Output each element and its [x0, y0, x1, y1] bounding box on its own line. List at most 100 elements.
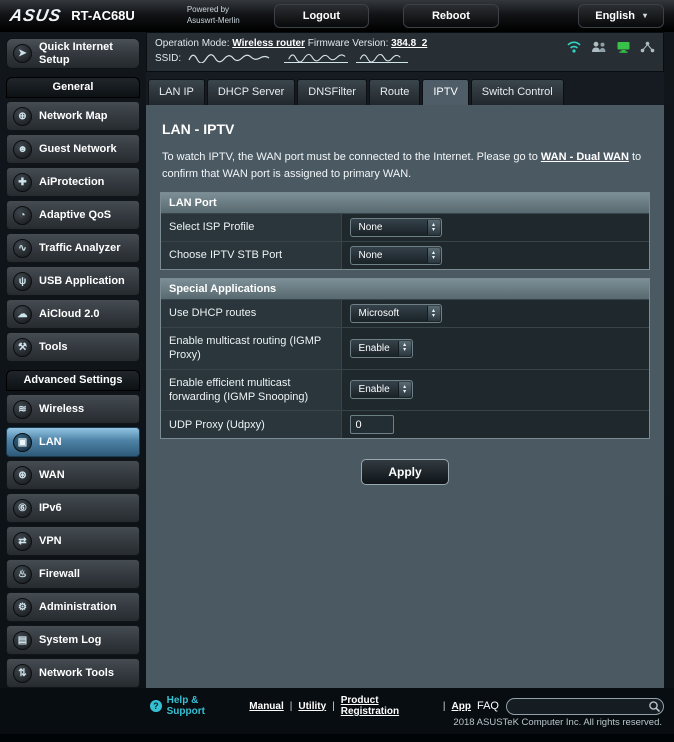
- vpn-icon: ⇄: [13, 531, 32, 551]
- tab-dhcp-server[interactable]: DHCP Server: [206, 79, 296, 105]
- sidebar-item-tools[interactable]: ⚒ Tools: [6, 332, 140, 362]
- quick-internet-setup-button[interactable]: ➤ Quick Internet Setup: [6, 38, 140, 69]
- network-tools-icon: ⇅: [13, 663, 32, 683]
- router-admin-page: ASUS RT-AC68U Powered by Asuswrt-Merlin …: [0, 0, 674, 742]
- row-label: Enable multicast routing (IGMP Proxy): [161, 328, 342, 369]
- router-model: RT-AC68U: [71, 8, 135, 23]
- reboot-button[interactable]: Reboot: [402, 3, 499, 28]
- ssid-redacted-scribble: [188, 54, 270, 64]
- quick-setup-label: Quick Internet Setup: [39, 41, 113, 66]
- sidebar-item-administration[interactable]: ⚙ Administration: [6, 592, 140, 622]
- app-link[interactable]: App: [452, 701, 471, 712]
- table-row: Choose IPTV STB Port None ▴ ▾: [161, 242, 649, 269]
- table-row: Select ISP Profile None ▴ ▾: [161, 214, 649, 242]
- status-infobar: Operation Mode: Wireless router Firmware…: [146, 32, 664, 72]
- page-title: LAN - IPTV: [162, 121, 235, 137]
- faq-label: FAQ: [476, 700, 499, 712]
- ssid-redacted-scribble: [283, 52, 348, 64]
- main-area: Operation Mode: Wireless router Firmware…: [146, 32, 664, 688]
- tab-switch-control[interactable]: Switch Control: [470, 79, 564, 105]
- table-row: Enable multicast routing (IGMP Proxy) En…: [161, 328, 649, 370]
- wan-icon: ⊛: [13, 465, 32, 485]
- row-label: Enable efficient multicast forwarding (I…: [161, 369, 342, 411]
- wifi-status-icon[interactable]: [566, 40, 582, 53]
- sidebar-item-usb-application[interactable]: ψ USB Application: [6, 266, 140, 296]
- lan-port-table: LAN Port Select ISP Profile None ▴ ▾ Choo…: [160, 192, 650, 270]
- firmware-version-label: Firmware Version:: [307, 38, 389, 49]
- faq-search-input[interactable]: [506, 697, 664, 715]
- iptv-stb-port-select[interactable]: None ▴ ▾: [349, 246, 442, 265]
- sidebar-item-vpn[interactable]: ⇄ VPN: [6, 526, 140, 556]
- network-map-icon: ⊕: [13, 106, 32, 126]
- wan-dual-wan-link[interactable]: WAN - Dual WAN: [541, 151, 629, 163]
- apply-button[interactable]: Apply: [361, 459, 449, 486]
- help-icon: ?: [150, 700, 162, 712]
- powered-by-block: Powered by Asuswrt-Merlin: [149, 3, 240, 29]
- content-panel: LAN - IPTV To watch IPTV, the WAN port m…: [146, 105, 664, 688]
- operation-mode-link[interactable]: Wireless router: [232, 38, 305, 49]
- sidebar-item-adaptive-qos[interactable]: ◔ Adaptive QoS: [6, 200, 140, 230]
- table-section-header: Special Applications: [161, 279, 649, 300]
- administration-icon: ⚙: [13, 597, 32, 617]
- sidebar-item-traffic-analyzer[interactable]: ∿ Traffic Analyzer: [6, 233, 140, 263]
- igmp-snooping-select[interactable]: Enable ▴ ▾: [349, 380, 413, 400]
- sidebar-item-guest-network[interactable]: ☻ Guest Network: [6, 134, 140, 164]
- tab-route[interactable]: Route: [368, 79, 421, 105]
- logout-button[interactable]: Logout: [273, 3, 369, 28]
- sidebar-item-system-log[interactable]: ▤ System Log: [6, 625, 140, 655]
- clients-icon[interactable]: [591, 41, 607, 53]
- tab-iptv[interactable]: IPTV: [422, 79, 469, 105]
- usb-status-icon[interactable]: [616, 41, 631, 53]
- sidebar-item-ipv6[interactable]: ⑥ IPv6: [6, 493, 140, 523]
- usb-application-icon: ψ: [13, 271, 32, 291]
- sidebar-item-network-tools[interactable]: ⇅ Network Tools: [6, 658, 140, 688]
- sidebar-section-advanced: Advanced Settings: [6, 370, 140, 391]
- sidebar-item-aiprotection[interactable]: ✚ AiProtection: [6, 167, 140, 197]
- tab-dnsfilter[interactable]: DNSFilter: [297, 79, 367, 105]
- faq-search-button[interactable]: [647, 699, 662, 717]
- row-label: Use DHCP routes: [161, 300, 342, 327]
- merlin-logo: [149, 3, 183, 29]
- stepper-icon: ▴ ▾: [397, 340, 411, 356]
- ssid-label: SSID:: [155, 52, 182, 64]
- network-nodes-icon[interactable]: [640, 41, 655, 53]
- manual-link[interactable]: Manual: [249, 701, 283, 712]
- dhcp-routes-select[interactable]: Microsoft ▴ ▾: [349, 304, 442, 323]
- status-icons: [566, 40, 655, 53]
- utility-link[interactable]: Utility: [298, 701, 326, 712]
- special-applications-table: Special Applications Use DHCP routes Mic…: [160, 278, 650, 440]
- igmp-proxy-select[interactable]: Enable ▴ ▾: [349, 338, 413, 358]
- firmware-version-link[interactable]: 384.8_2: [391, 38, 427, 49]
- sidebar-item-network-map[interactable]: ⊕ Network Map: [6, 101, 140, 131]
- udp-proxy-input[interactable]: [349, 415, 394, 435]
- sidebar-item-firewall[interactable]: ♨ Firewall: [6, 559, 140, 589]
- table-section-header: LAN Port: [161, 193, 649, 214]
- row-label: Choose IPTV STB Port: [161, 242, 342, 269]
- chevron-down-icon: ▾: [642, 11, 647, 20]
- guest-network-icon: ☻: [13, 139, 32, 159]
- stepper-icon: ▴ ▾: [426, 220, 440, 235]
- table-row: UDP Proxy (Udpxy): [161, 411, 649, 439]
- firmware-brand: Asuswrt-Merlin: [186, 15, 240, 25]
- table-row: Enable efficient multicast forwarding (I…: [161, 369, 649, 412]
- ssid-redacted-scribble: [356, 52, 409, 64]
- copyright: 2018 ASUSTeK Computer Inc. All rights re…: [453, 717, 662, 728]
- top-bar: ASUS RT-AC68U Powered by Asuswrt-Merlin …: [0, 0, 674, 32]
- stepper-icon: ▴ ▾: [426, 306, 440, 321]
- sidebar-item-wireless[interactable]: ≋ Wireless: [6, 394, 140, 424]
- sidebar-item-aicloud[interactable]: ☁ AiCloud 2.0: [6, 299, 140, 329]
- traffic-analyzer-icon: ∿: [13, 238, 32, 258]
- page-description: To watch IPTV, the WAN port must be conn…: [162, 151, 642, 180]
- sidebar-item-wan[interactable]: ⊛ WAN: [6, 460, 140, 490]
- help-support-link[interactable]: ? Help & Support: [150, 695, 237, 717]
- system-log-icon: ▤: [13, 630, 32, 650]
- table-row: Use DHCP routes Microsoft ▴ ▾: [161, 300, 649, 328]
- isp-profile-select[interactable]: None ▴ ▾: [349, 218, 442, 237]
- language-selector[interactable]: English ▾: [578, 3, 664, 28]
- product-registration-link[interactable]: Product Registration: [341, 695, 437, 717]
- sidebar-item-lan[interactable]: ▣ LAN: [6, 427, 140, 457]
- sidebar: ➤ Quick Internet Setup General ⊕ Network…: [4, 32, 142, 688]
- lan-icon: ▣: [13, 432, 32, 452]
- firewall-icon: ♨: [13, 564, 32, 584]
- tab-lan-ip[interactable]: LAN IP: [148, 79, 205, 105]
